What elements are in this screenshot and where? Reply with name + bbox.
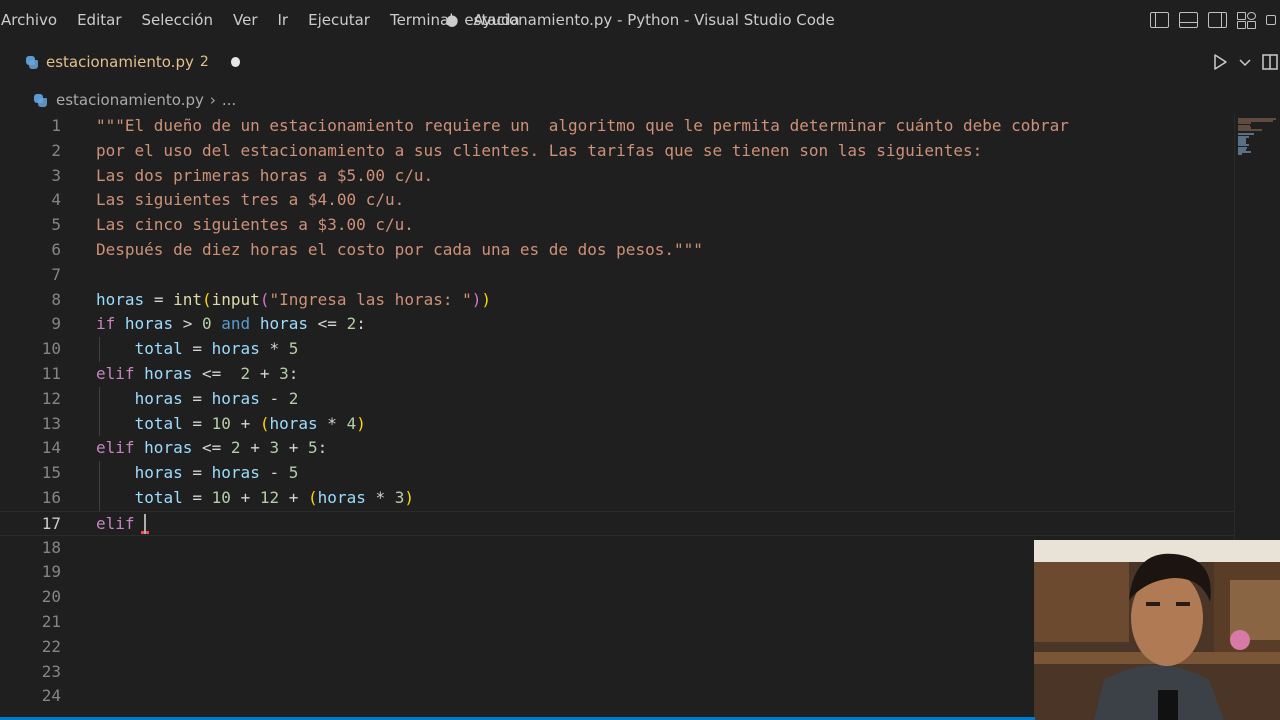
line-number: 7 xyxy=(51,264,61,284)
line-number: 11 xyxy=(41,364,61,383)
code-text: Las siguientes tres a $4.00 c/u. xyxy=(96,190,405,210)
code-text: elif horas <= 2 + 3 + 5: xyxy=(96,438,328,458)
code-line[interactable]: 1 """El dueño de un estacionamiento requi… xyxy=(0,114,1235,139)
breadcrumb: estacionamiento.py › ... xyxy=(0,86,236,114)
indent-guide xyxy=(99,337,100,362)
line-number: 13 xyxy=(41,413,61,433)
code-line[interactable]: 15 horas = horas - 5 xyxy=(0,461,1235,486)
code-text: horas = int(input("Ingresa las horas: ")… xyxy=(96,289,492,309)
menu-archivo[interactable]: Archivo xyxy=(0,0,67,40)
code-line[interactable]: 10 total = horas * 5 xyxy=(0,337,1235,362)
code-text: elif horas <= 2 + 3: xyxy=(96,364,299,383)
tab-bar: estacionamiento.py 2 xyxy=(0,40,1280,84)
code-line[interactable]: 11 elif horas <= 2 + 3: xyxy=(0,362,1235,387)
toggle-primary-sidebar-icon[interactable] xyxy=(1150,12,1169,28)
line-number: 12 xyxy=(41,388,61,408)
indent-guide xyxy=(99,461,100,511)
presenter-image xyxy=(1034,540,1280,720)
menu-ver[interactable]: Ver xyxy=(223,0,268,40)
line-number: 23 xyxy=(41,661,61,681)
toggle-secondary-sidebar-icon[interactable] xyxy=(1208,12,1227,28)
code-line[interactable]: 7 xyxy=(0,263,1235,288)
webcam-overlay xyxy=(1034,540,1280,720)
run-python-file-icon[interactable] xyxy=(1210,52,1230,72)
python-icon xyxy=(26,55,38,69)
menu-ayuda[interactable]: Ayuda xyxy=(463,0,529,40)
code-line[interactable]: 5 Las cinco siguientes a $3.00 c/u. xyxy=(0,213,1235,238)
line-number: 16 xyxy=(41,488,61,507)
line-number: 5 xyxy=(51,215,61,235)
line-number: 10 xyxy=(41,339,61,359)
toggle-panel-icon[interactable] xyxy=(1179,12,1198,28)
code-text: horas = horas - 2 xyxy=(134,388,299,408)
code-text: Después de diez horas el costo por cada … xyxy=(96,240,703,259)
indent-guide xyxy=(99,386,100,437)
code-text: """El dueño de un estacionamiento requie… xyxy=(96,116,1069,135)
code-line[interactable]: 16 total = 10 + 12 + (horas * 3) xyxy=(0,486,1235,511)
python-icon xyxy=(34,93,47,107)
code-text: Las dos primeras horas a $5.00 c/u. xyxy=(96,165,434,185)
code-line[interactable]: 3 Las dos primeras horas a $5.00 c/u. xyxy=(0,164,1235,189)
code-text: total = 10 + (horas * 4) xyxy=(134,413,366,433)
code-text: por el uso del estacionamiento a sus cli… xyxy=(96,140,983,160)
code-text: horas = horas - 5 xyxy=(134,463,299,483)
code-text: elif xyxy=(96,512,147,537)
breadcrumb-more[interactable]: ... xyxy=(222,91,236,109)
code-line[interactable]: 2 por el uso del estacionamiento a sus cl… xyxy=(0,139,1235,164)
text-cursor xyxy=(144,514,147,535)
line-number: 18 xyxy=(41,537,61,557)
line-number: 19 xyxy=(41,562,61,582)
breadcrumb-separator: › xyxy=(209,91,216,109)
line-number: 21 xyxy=(41,612,61,631)
tab-estacionamiento[interactable]: estacionamiento.py 2 xyxy=(0,40,240,84)
line-number: 1 xyxy=(51,116,61,135)
code-line[interactable]: 4 Las siguientes tres a $4.00 c/u. xyxy=(0,188,1235,213)
tab-problem-count: 2 xyxy=(199,54,209,70)
minimap-line xyxy=(1238,153,1242,156)
title-bar: Archivo Editar Selección Ver Ir Ejecutar… xyxy=(0,0,1280,40)
line-number: 15 xyxy=(41,463,61,483)
menu-ir[interactable]: Ir xyxy=(268,0,299,40)
code-line[interactable]: 12 horas = horas - 2 xyxy=(0,387,1235,412)
code-line[interactable]: 14 elif horas <= 2 + 3 + 5: xyxy=(0,436,1235,461)
line-number: 22 xyxy=(41,636,61,656)
menu-editar[interactable]: Editar xyxy=(67,0,131,40)
line-number: 9 xyxy=(51,314,61,334)
code-line[interactable]: 6 Después de diez horas el costo por cada… xyxy=(0,238,1235,263)
menu-seleccion[interactable]: Selección xyxy=(132,0,224,40)
code-line[interactable]: 9 if horas > 0 and horas <= 2: xyxy=(0,312,1235,337)
run-options-chevron-icon[interactable] xyxy=(1238,52,1252,72)
code-text: total = 10 + 12 + (horas * 3) xyxy=(134,488,415,507)
line-number: 17 xyxy=(41,513,61,533)
menu-bar: Archivo Editar Selección Ver Ir Ejecutar… xyxy=(0,0,530,40)
code-line[interactable]: 17 elif xyxy=(0,510,1235,537)
line-number: 3 xyxy=(51,165,61,185)
menu-terminal[interactable]: Terminal xyxy=(380,0,463,40)
line-number: 14 xyxy=(41,438,61,458)
editor-actions xyxy=(1210,52,1280,72)
code-text: Las cinco siguientes a $3.00 c/u. xyxy=(96,215,414,235)
split-editor-icon[interactable] xyxy=(1260,52,1280,72)
code-text: if horas > 0 and horas <= 2: xyxy=(96,314,366,334)
code-line[interactable]: 8 horas = int(input("Ingresa las horas: "… xyxy=(0,288,1235,313)
minimap-line xyxy=(1238,129,1262,131)
menu-ejecutar[interactable]: Ejecutar xyxy=(298,0,380,40)
line-number: 20 xyxy=(41,587,61,607)
line-number: 2 xyxy=(51,140,61,160)
minimize-icon[interactable] xyxy=(1266,15,1276,25)
tab-unsaved-dot[interactable] xyxy=(230,57,240,67)
line-number: 6 xyxy=(51,240,61,259)
line-number: 24 xyxy=(41,686,61,706)
line-number: 8 xyxy=(51,289,61,309)
code-line[interactable]: 13 total = 10 + (horas * 4) xyxy=(0,412,1235,437)
breadcrumb-file[interactable]: estacionamiento.py xyxy=(56,91,204,109)
customize-layout-icon[interactable] xyxy=(1237,12,1256,29)
code-text: total = horas * 5 xyxy=(134,339,299,359)
tab-filename: estacionamiento.py xyxy=(45,53,194,71)
layout-controls xyxy=(1150,0,1280,40)
line-number: 4 xyxy=(51,190,61,210)
